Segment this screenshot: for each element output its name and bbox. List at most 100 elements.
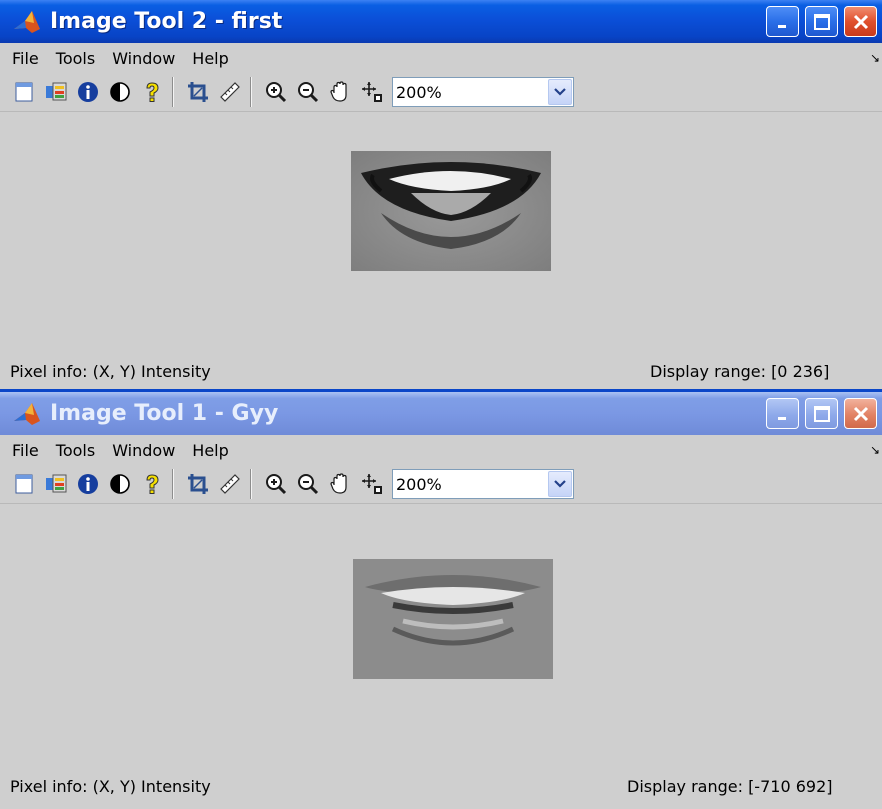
maximize-button[interactable] xyxy=(805,398,838,429)
measure-distance-icon xyxy=(218,472,242,496)
image-display-area[interactable] xyxy=(0,112,882,324)
display-range-text: Display range: [-710 692] xyxy=(627,776,833,796)
new-figure-icon xyxy=(12,80,36,104)
dock-arrow-icon[interactable]: ↘ xyxy=(870,51,880,65)
dock-arrow-icon[interactable]: ↘ xyxy=(870,443,880,457)
new-figure-icon xyxy=(12,472,36,496)
pixel-region-button[interactable] xyxy=(358,77,386,107)
zoom-out-icon xyxy=(296,80,320,104)
maximize-icon xyxy=(813,13,830,30)
help-button[interactable] xyxy=(138,77,166,107)
image-information-icon xyxy=(76,472,100,496)
menu-file[interactable]: File xyxy=(6,441,45,460)
zoom-out-button[interactable] xyxy=(294,469,322,499)
zoom-level-select[interactable]: 200% xyxy=(392,77,574,107)
pixel-region-button[interactable] xyxy=(358,469,386,499)
help-icon xyxy=(140,80,164,104)
window-title: Image Tool 1 - Gyy xyxy=(50,401,279,426)
crop-button[interactable] xyxy=(184,469,212,499)
toolbar-separator xyxy=(172,469,174,499)
menu-bar: File Tools Window Help ↘ xyxy=(0,43,882,73)
measure-distance-button[interactable] xyxy=(216,77,244,107)
image-information-button[interactable] xyxy=(74,77,102,107)
export-to-workspace-button[interactable] xyxy=(42,469,70,499)
zoom-dropdown-button[interactable] xyxy=(548,471,572,497)
menu-tools[interactable]: Tools xyxy=(50,441,101,460)
crop-button[interactable] xyxy=(184,77,212,107)
zoom-level-value: 200% xyxy=(396,474,442,494)
window-controls xyxy=(766,6,877,37)
maximize-button[interactable] xyxy=(805,6,838,37)
menu-file[interactable]: File xyxy=(6,49,45,68)
matlab-icon xyxy=(12,9,42,35)
zoom-in-button[interactable] xyxy=(262,469,290,499)
close-button[interactable] xyxy=(844,6,877,37)
toolbar-separator xyxy=(250,469,252,499)
adjust-contrast-button[interactable] xyxy=(106,77,134,107)
close-icon xyxy=(853,406,868,421)
new-figure-button[interactable] xyxy=(10,77,38,107)
menu-tools[interactable]: Tools xyxy=(50,49,101,68)
menu-help[interactable]: Help xyxy=(186,49,234,68)
window-title: Image Tool 2 - first xyxy=(50,9,283,34)
image-display-area[interactable] xyxy=(0,504,882,744)
menu-bar: File Tools Window Help ↘ xyxy=(0,435,882,465)
zoom-level-select[interactable]: 200% xyxy=(392,469,574,499)
minimize-icon xyxy=(777,24,786,28)
pixel-info-text: Pixel info: (X, Y) Intensity xyxy=(10,361,211,381)
minimize-button[interactable] xyxy=(766,6,799,37)
maximize-icon xyxy=(813,405,830,422)
image-tool-window-first: Image Tool 2 - first File Tools Window H… xyxy=(0,0,882,389)
mouth-image[interactable] xyxy=(351,151,551,271)
minimize-icon xyxy=(777,416,786,420)
minimize-button[interactable] xyxy=(766,398,799,429)
pan-button[interactable] xyxy=(326,77,354,107)
crop-icon xyxy=(186,472,210,496)
adjust-contrast-button[interactable] xyxy=(106,469,134,499)
image-tool-window-gyy: Image Tool 1 - Gyy File Tools Window Hel… xyxy=(0,389,882,809)
matlab-icon xyxy=(12,401,42,427)
display-range-text: Display range: [0 236] xyxy=(650,361,830,381)
menu-window[interactable]: Window xyxy=(106,49,181,68)
zoom-in-icon xyxy=(264,472,288,496)
crop-icon xyxy=(186,80,210,104)
image-information-icon xyxy=(76,80,100,104)
status-bar: Pixel info: (X, Y) Intensity Display ran… xyxy=(0,356,882,386)
pixel-region-icon xyxy=(360,472,384,496)
zoom-in-button[interactable] xyxy=(262,77,290,107)
title-bar[interactable]: Image Tool 1 - Gyy xyxy=(0,392,882,435)
chevron-down-icon xyxy=(554,88,566,96)
pixel-info-text: Pixel info: (X, Y) Intensity xyxy=(10,776,211,796)
export-to-workspace-icon xyxy=(44,80,68,104)
export-to-workspace-icon xyxy=(44,472,68,496)
image-information-button[interactable] xyxy=(74,469,102,499)
status-bar: Pixel info: (X, Y) Intensity Display ran… xyxy=(0,771,882,801)
menu-window[interactable]: Window xyxy=(106,441,181,460)
title-bar[interactable]: Image Tool 2 - first xyxy=(0,0,882,43)
measure-distance-button[interactable] xyxy=(216,469,244,499)
pixel-region-icon xyxy=(360,80,384,104)
help-icon xyxy=(140,472,164,496)
chevron-down-icon xyxy=(554,480,566,488)
measure-distance-icon xyxy=(218,80,242,104)
adjust-contrast-icon xyxy=(108,472,132,496)
toolbar: 200% xyxy=(0,465,882,504)
toolbar: 200% xyxy=(0,73,882,112)
close-button[interactable] xyxy=(844,398,877,429)
close-icon xyxy=(853,14,868,29)
adjust-contrast-icon xyxy=(108,80,132,104)
zoom-out-button[interactable] xyxy=(294,77,322,107)
toolbar-separator xyxy=(172,77,174,107)
pan-button[interactable] xyxy=(326,469,354,499)
help-button[interactable] xyxy=(138,469,166,499)
zoom-level-value: 200% xyxy=(396,82,442,102)
zoom-in-icon xyxy=(264,80,288,104)
pan-icon xyxy=(328,472,352,496)
menu-help[interactable]: Help xyxy=(186,441,234,460)
gyy-image[interactable] xyxy=(353,559,553,679)
zoom-out-icon xyxy=(296,472,320,496)
export-to-workspace-button[interactable] xyxy=(42,77,70,107)
zoom-dropdown-button[interactable] xyxy=(548,79,572,105)
new-figure-button[interactable] xyxy=(10,469,38,499)
pan-icon xyxy=(328,80,352,104)
